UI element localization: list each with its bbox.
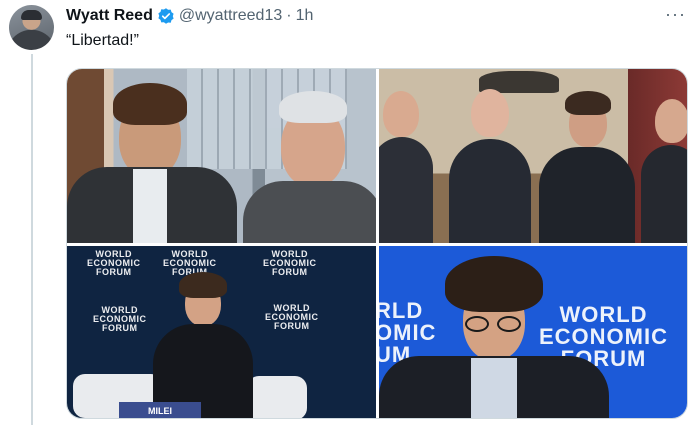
media-photo-4[interactable]: RLD OMIC UM WORLD ECONOMIC FORUM	[379, 246, 687, 418]
more-options-icon[interactable]: ···	[665, 5, 686, 23]
wef-logo-text: WORLD ECONOMIC FORUM	[93, 306, 147, 333]
speaker-hair	[445, 256, 543, 312]
glasses-icon	[465, 316, 523, 332]
wef-logo-text: WORLD ECONOMIC FORUM	[87, 250, 141, 277]
speaker-shirt	[471, 358, 517, 418]
person-3-hair	[565, 91, 611, 115]
wef-logo-text: WORLD ECONOMIC FORUM	[265, 304, 319, 331]
wef-side-word-2: OMIC	[379, 320, 437, 345]
nameplate: MILEI	[119, 402, 201, 418]
wef-word-1: WORLD	[559, 302, 648, 327]
author-name[interactable]: Wyatt Reed	[66, 7, 153, 25]
person-2-head	[471, 89, 509, 137]
wef-logo-text: WORLD ECONOMIC FORUM	[263, 250, 317, 277]
person-1-suit	[379, 137, 433, 243]
separator-dot: ·	[286, 7, 292, 24]
tweet-text: “Libertad!”	[66, 32, 139, 49]
wef-word-3: FORUM	[274, 321, 310, 331]
person-4-head	[655, 99, 687, 143]
verified-badge-icon	[158, 8, 174, 24]
avatar-cap	[21, 10, 42, 20]
person-2-suit	[449, 139, 531, 243]
wef-word-2: ECONOMIC	[539, 324, 668, 349]
avatar[interactable]	[9, 5, 54, 50]
speaker-hair	[179, 272, 227, 298]
person-4-suit	[641, 145, 687, 243]
person-left-shirt	[133, 169, 167, 243]
media-photo-1[interactable]	[67, 69, 376, 243]
wef-word-3: FORUM	[102, 323, 138, 333]
wef-word-3: FORUM	[96, 267, 132, 277]
person-left-hair	[113, 83, 187, 125]
person-right-hair	[279, 91, 347, 123]
tweet-header: Wyatt Reed @wyattreed13 · 1h	[66, 5, 313, 27]
armchair-right	[247, 376, 307, 418]
wef-side-word-1: RLD	[379, 298, 424, 323]
author-handle[interactable]: @wyattreed13	[179, 7, 282, 25]
person-3-suit	[539, 147, 635, 243]
media-grid: WORLD ECONOMIC FORUM WORLD ECONOMIC FORU…	[66, 68, 688, 419]
wef-word-3: FORUM	[272, 267, 308, 277]
media-photo-3[interactable]: WORLD ECONOMIC FORUM WORLD ECONOMIC FORU…	[67, 246, 376, 418]
person-1-head	[383, 91, 419, 137]
media-photo-2[interactable]	[379, 69, 687, 243]
thread-line	[31, 54, 33, 425]
tweet-timestamp[interactable]: 1h	[296, 7, 314, 25]
person-right-suit	[243, 181, 376, 243]
